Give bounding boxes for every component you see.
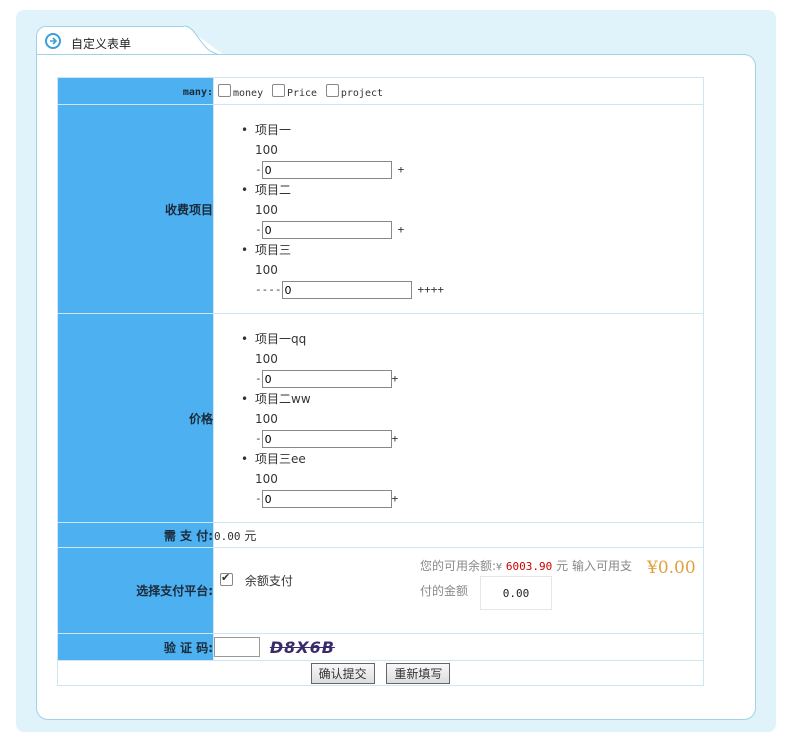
captcha-cell: D8X6B	[213, 633, 704, 661]
fee-items-label: 收费项目	[57, 104, 214, 314]
fee-item: 项目三 100 ----++++	[241, 240, 703, 300]
balance-pay-checkbox[interactable]	[220, 571, 233, 586]
total-amount: ¥0.00	[647, 558, 696, 578]
quantity-stepper: -+	[241, 369, 703, 389]
fee-item: 项目一 100 -+	[241, 120, 703, 180]
submit-button[interactable]: 确认提交	[310, 662, 375, 684]
platform-label: 选择支付平台:	[57, 547, 214, 634]
fee-item-price: 100	[255, 143, 278, 157]
price-option-label: Price	[286, 87, 318, 99]
balance-info: 您的可用余额:¥ 6003.90 元 输入可用支	[420, 559, 632, 573]
quantity-input[interactable]	[261, 430, 392, 448]
quantity-stepper: -+	[241, 429, 703, 449]
quantity-stepper: -+	[241, 160, 703, 180]
increment-button[interactable]: +	[398, 160, 405, 180]
decrement-button[interactable]: -	[255, 160, 262, 180]
input-hint: 付的金额	[420, 584, 469, 598]
fee-items-list: 项目一 100 -+ 项目二 100 -+ 项目三 100 ----++++	[213, 104, 704, 314]
balance-pay-label: 余额支付	[244, 574, 293, 588]
decrement-button[interactable]: ----	[255, 280, 282, 300]
price-item-price: 100	[255, 352, 278, 366]
decrement-button[interactable]: -	[255, 489, 262, 509]
many-label: many:	[57, 77, 214, 105]
fee-item: 项目二 100 -+	[241, 180, 703, 240]
quantity-input[interactable]	[261, 221, 392, 239]
amount-input[interactable]: 0.00	[480, 576, 552, 610]
action-row: 确认提交 重新填写	[57, 660, 704, 686]
form-tab: 自定义表单	[36, 25, 224, 56]
increment-button[interactable]: +	[392, 369, 399, 389]
increment-button[interactable]: +	[392, 489, 399, 509]
captcha-label: 验 证 码:	[57, 633, 214, 661]
decrement-button[interactable]: -	[255, 220, 262, 240]
fee-item-price: 100	[255, 263, 278, 277]
reset-button[interactable]: 重新填写	[386, 662, 451, 684]
captcha-image[interactable]: D8X6B	[270, 638, 335, 657]
increment-button[interactable]: +	[398, 220, 405, 240]
money-option-label: money	[233, 87, 264, 99]
price-item: 项目一qq 100 -+	[241, 329, 703, 389]
increment-button[interactable]: +	[392, 429, 399, 449]
custom-form-table: many: money Price project 收费项目 项目一 100 -…	[57, 77, 704, 686]
decrement-button[interactable]: -	[255, 369, 262, 389]
captcha-input[interactable]	[214, 637, 260, 657]
price-item: 项目二ww 100 -+	[241, 389, 703, 449]
price-item-price: 100	[255, 412, 278, 426]
increment-button[interactable]: ++++	[418, 280, 445, 300]
project-option-label: project	[340, 87, 384, 99]
quantity-stepper: -+	[241, 489, 703, 509]
price-items-list: 项目一qq 100 -+ 项目二ww 100 -+ 项目三ee 100 -+	[213, 313, 704, 523]
project-checkbox[interactable]	[325, 83, 339, 97]
balance-value: 6003.90	[505, 560, 553, 573]
quantity-stepper: ---- ++++	[241, 280, 703, 300]
pay-label: 需 支 付:	[57, 522, 214, 548]
quantity-input[interactable]	[261, 161, 392, 179]
quantity-stepper: -+	[241, 220, 703, 240]
arrow-right-circle-icon	[45, 33, 61, 49]
platform-cell: 余额支付 您的可用余额:¥ 6003.90 元 输入可用支 付的金额 0.00 …	[213, 547, 704, 634]
price-label: 价格	[57, 313, 214, 523]
price-item-price: 100	[255, 472, 278, 486]
many-options: money Price project	[213, 77, 704, 105]
money-checkbox[interactable]	[218, 83, 231, 97]
pay-amount: 0.00 元	[213, 522, 704, 548]
price-checkbox[interactable]	[271, 83, 285, 97]
quantity-input[interactable]	[261, 490, 392, 508]
quantity-input[interactable]	[281, 281, 412, 299]
price-item: 项目三ee 100 -+	[241, 449, 703, 509]
quantity-input[interactable]	[261, 370, 392, 388]
decrement-button[interactable]: -	[255, 429, 262, 449]
fee-item-price: 100	[255, 203, 278, 217]
form-title: 自定义表单	[71, 37, 132, 51]
